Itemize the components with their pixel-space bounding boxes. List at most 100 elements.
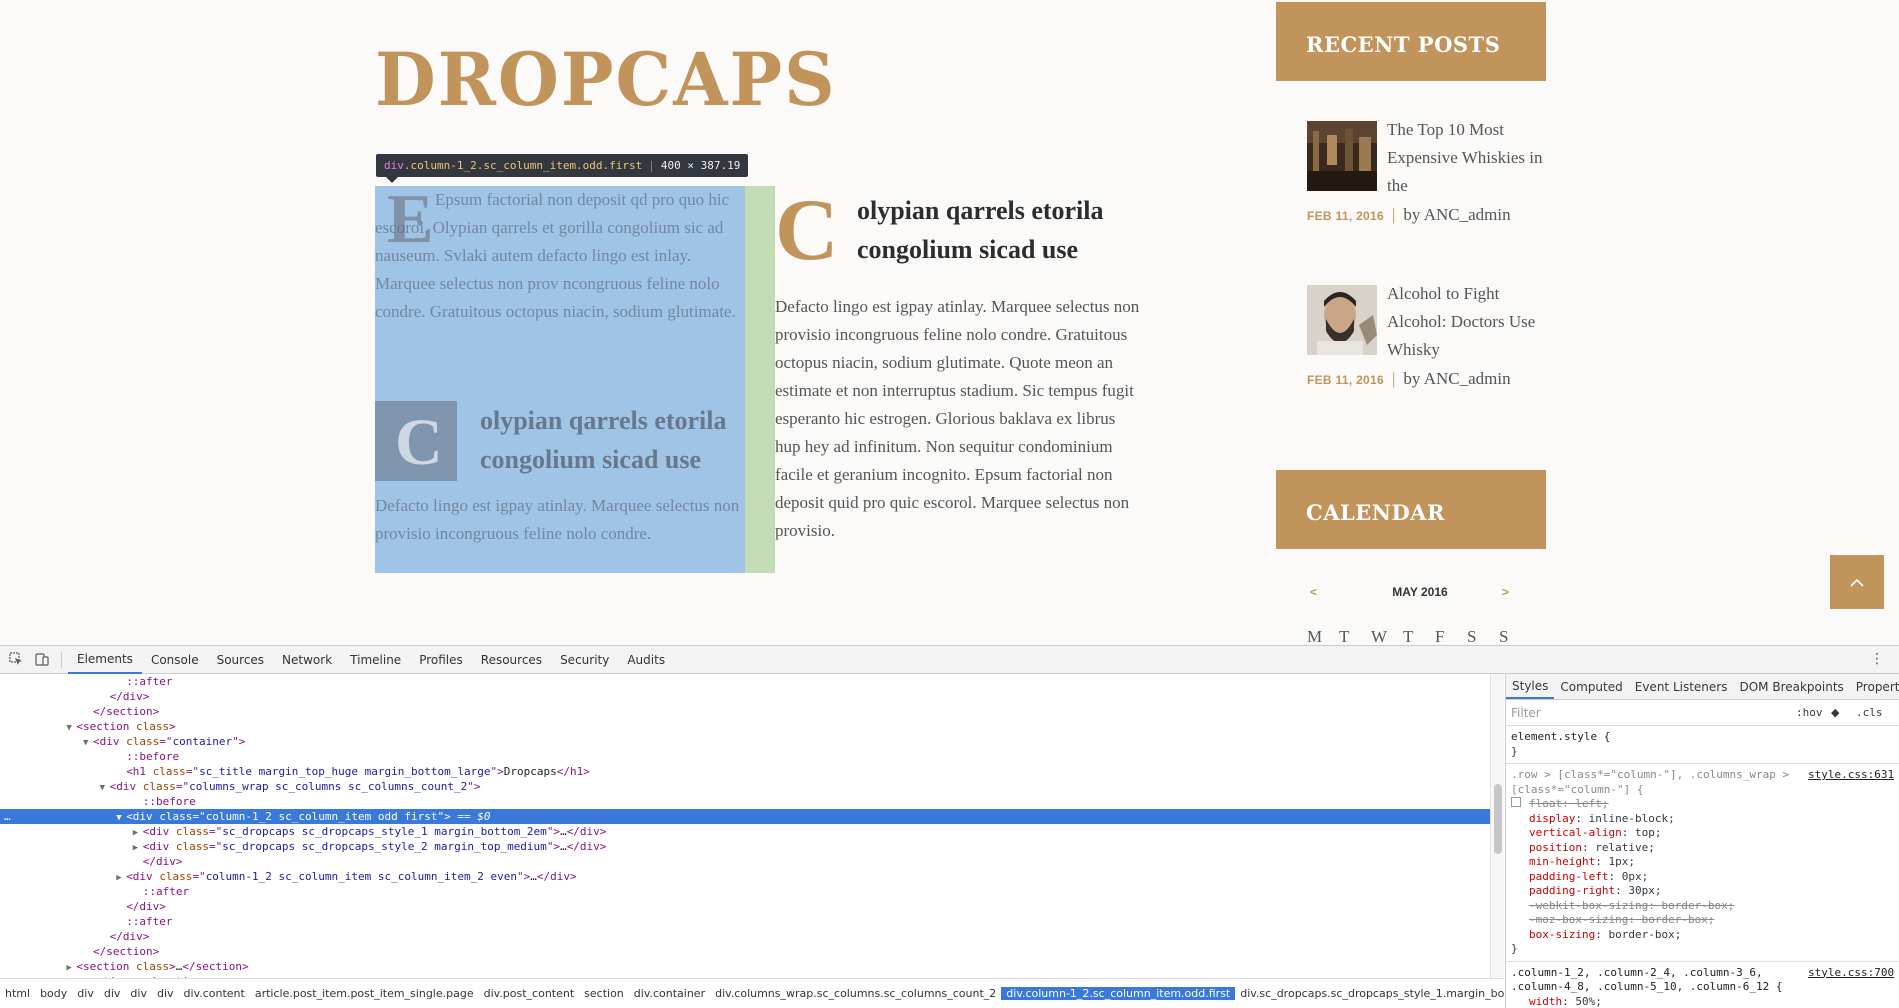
tab-timeline[interactable]: Timeline [341,646,410,674]
breadcrumb-item[interactable]: div [125,987,152,1000]
styles-filter[interactable]: Filter :hov ◆ .cls [1506,700,1899,726]
breadcrumb-item[interactable]: div [72,987,99,1000]
dom-node[interactable]: ▶ <section class>…</section> [0,959,1490,974]
breadcrumb-item[interactable]: div.sc_dropcaps.sc_dropcaps_style_1.marg… [1235,987,1504,1000]
inspect-element-icon[interactable] [8,652,24,668]
column-1-heading: olypian qarrels etorila congolium sicad … [480,406,727,474]
styles-tab-properties[interactable]: Properties [1850,674,1899,699]
styles-tab-event-listeners[interactable]: Event Listeners [1629,674,1734,699]
styles-tab-dom-breakpoints[interactable]: DOM Breakpoints [1733,674,1849,699]
dom-node[interactable]: ::after [0,884,1490,899]
scrollbar-thumb[interactable] [1494,784,1502,854]
css-property[interactable]: -webkit-box-sizing: border-box; [1511,899,1894,914]
post-thumbnail[interactable] [1307,121,1377,191]
styles-tab-styles[interactable]: Styles [1506,674,1555,699]
post-author[interactable]: by ANC_admin [1403,205,1510,224]
dom-node[interactable]: </div> [0,689,1490,704]
styles-tab-computed[interactable]: Computed [1554,674,1628,699]
dom-node[interactable]: </section> [0,704,1490,719]
tooltip-size: 400 × 387.19 [660,159,741,172]
filter-input[interactable]: Filter [1511,706,1541,720]
css-rule[interactable]: .row > [class*="column-"], .columns_wrap… [1506,764,1899,962]
hover-state-toggle[interactable]: :hov [1796,706,1823,719]
device-mode-icon[interactable] [34,652,50,668]
dom-tree[interactable]: ::after </div> </section> ▼ <section class> ▼… [0,674,1490,978]
inspect-highlight-padding [745,186,775,573]
post-date[interactable]: FEB 11, 2016 [1307,209,1384,223]
element-style-rule[interactable]: element.style { } [1506,726,1899,764]
dom-node[interactable]: </div> [0,929,1490,944]
tooltip-tag: div [384,159,404,172]
tab-security[interactable]: Security [551,646,618,674]
tab-sources[interactable]: Sources [208,646,273,674]
breadcrumb-item[interactable]: section [579,987,629,1000]
rule-source-link[interactable]: style.css:700 [1808,966,1894,981]
dom-node[interactable]: <h1 class="sc_title margin_top_huge marg… [0,764,1490,779]
css-rule[interactable]: .column-1_2, .column-2_4, .column-3_6, .… [1506,962,1899,1008]
node-actions-icon[interactable]: … [4,809,11,824]
post-date[interactable]: FEB 11, 2016 [1307,373,1384,387]
property-checkbox[interactable] [1511,797,1521,807]
post-thumbnail[interactable] [1307,285,1377,355]
tab-console[interactable]: Console [142,646,208,674]
dom-node[interactable]: ▶ <div class="sc_dropcaps sc_dropcaps_sty… [0,824,1490,839]
dom-node[interactable]: </section> [0,944,1490,959]
breadcrumb-item[interactable]: div.post_content [479,987,580,1000]
css-property[interactable]: -moz-box-sizing: border-box; [1511,913,1894,928]
dom-node[interactable]: ::after [0,914,1490,929]
calendar-weekday: S [1467,627,1477,645]
dom-node[interactable]: ::after [0,674,1490,689]
css-property[interactable]: min-height: 1px; [1511,855,1894,870]
post-author[interactable]: by ANC_admin [1403,369,1510,388]
tab-audits[interactable]: Audits [618,646,674,674]
recent-posts-title: RECENT POSTS [1276,2,1546,81]
dom-node[interactable]: </div> [0,854,1490,869]
breadcrumb-item[interactable]: article.post_item.post_item_single.page [250,987,479,1000]
dom-node[interactable]: ::before [0,794,1490,809]
dom-node-selected[interactable]: ▼ <div class="column-1_2 sc_column_item o… [0,809,1490,824]
color-palette-icon[interactable]: ◆ [1831,706,1839,719]
tooltip-classes: .column-1_2.sc_column_item.odd.first [403,159,643,172]
tab-network[interactable]: Network [273,646,341,674]
breadcrumb-item[interactable]: body [35,987,72,1000]
tab-resources[interactable]: Resources [472,646,551,674]
calendar-weekday: T [1403,627,1414,645]
calendar-weekday: W [1371,627,1388,645]
breadcrumb-item[interactable]: div [152,987,179,1000]
dom-node[interactable]: ▼ <section class> [0,719,1490,734]
tab-profiles[interactable]: Profiles [410,646,472,674]
rule-source-link[interactable]: style.css:631 [1808,768,1894,783]
post-title[interactable]: The Top 10 Most Expensive Whiskies in th… [1387,116,1547,200]
dom-node[interactable]: ▼ <div class="columns_wrap sc_columns sc_… [0,779,1490,794]
tab-elements[interactable]: Elements [68,646,142,674]
css-property[interactable]: position: relative; [1511,841,1894,856]
css-property[interactable]: box-sizing: border-box; [1511,928,1894,943]
breadcrumb-item[interactable]: div.container [629,987,710,1000]
breadcrumb-item[interactable]: div [99,987,126,1000]
breadcrumb: html body div div div div div.content article.p… [0,978,1504,1008]
dropcap-letter: C [775,182,839,279]
calendar-prev-button[interactable]: < [1310,585,1317,599]
breadcrumb-item[interactable]: html [0,987,35,1000]
css-property[interactable]: vertical-align: top; [1511,826,1894,841]
css-property[interactable]: float: left; [1511,797,1894,812]
calendar-next-button[interactable]: > [1502,585,1509,599]
css-property[interactable]: display: inline-block; [1511,812,1894,827]
css-property[interactable]: width: 50%; [1511,995,1894,1008]
devtools-toolbar: Elements Console Sources Network Timeline Pro… [0,646,1899,674]
scroll-to-top-button[interactable] [1830,555,1884,609]
breadcrumb-item[interactable]: div.content [179,987,250,1000]
post-title[interactable]: Alcohol to Fight Alcohol: Doctors Use Wh… [1387,280,1547,364]
class-toggle[interactable]: .cls [1856,706,1883,719]
dom-node[interactable]: </div> [0,899,1490,914]
dom-node[interactable]: ▶ <div class="sc_dropcaps sc_dropcaps_sty… [0,839,1490,854]
breadcrumb-item[interactable]: div.columns_wrap.sc_columns.sc_columns_c… [710,987,1001,1000]
dom-node[interactable]: ▶ <div class="column-1_2 sc_column_item s… [0,869,1490,884]
dom-scrollbar[interactable] [1490,674,1504,978]
css-property[interactable]: padding-right: 30px; [1511,884,1894,899]
more-options-icon[interactable]: ⋮ [1870,651,1884,667]
css-property[interactable]: padding-left: 0px; [1511,870,1894,885]
breadcrumb-item[interactable]: div.column-1_2.sc_column_item.odd.first [1001,987,1236,1000]
dom-node[interactable]: ::before [0,749,1490,764]
dom-node[interactable]: ▼ <div class="container"> [0,734,1490,749]
